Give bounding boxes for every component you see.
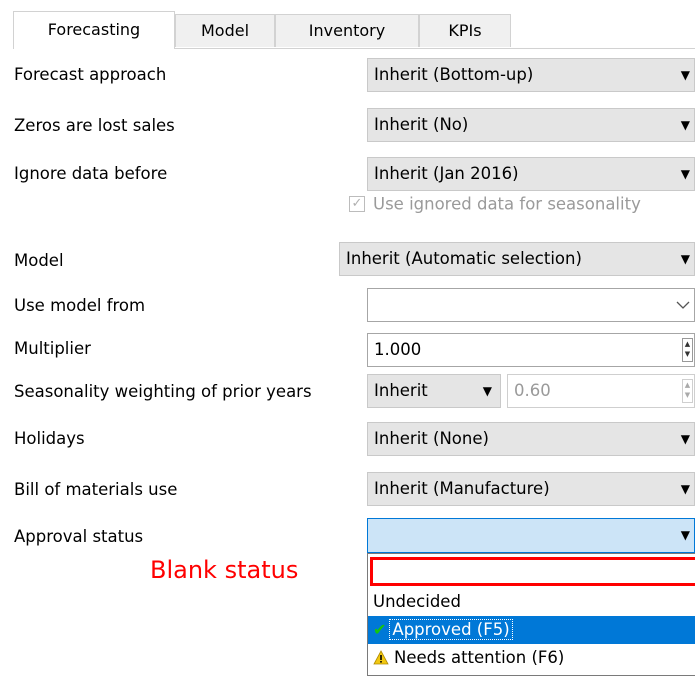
option-approved[interactable]: ✔ Approved (F5) bbox=[368, 616, 695, 644]
chevron-down-icon: ▼ bbox=[680, 252, 690, 266]
option-needs-attention[interactable]: Needs attention (F6) bbox=[368, 644, 695, 672]
ignore-data-before-value: Inherit (Jan 2016) bbox=[374, 164, 519, 183]
blank-status-annotation: Blank status bbox=[150, 556, 299, 584]
zeros-lost-sales-label: Zeros are lost sales bbox=[14, 116, 175, 135]
spinner-icon[interactable]: ▲ ▼ bbox=[682, 338, 693, 362]
multiplier-input[interactable]: 1.000 ▲ ▼ bbox=[367, 333, 695, 367]
holidays-select[interactable]: Inherit (None) ▼ bbox=[367, 422, 695, 456]
multiplier-value: 1.000 bbox=[374, 340, 422, 359]
holidays-value: Inherit (None) bbox=[374, 429, 489, 448]
chevron-down-icon: ▼ bbox=[680, 528, 690, 542]
option-undecided[interactable]: Undecided bbox=[368, 588, 695, 616]
bom-use-value: Inherit (Manufacture) bbox=[374, 479, 550, 498]
seasonality-weighting-number-value: 0.60 bbox=[514, 381, 551, 400]
seasonality-weighting-select[interactable]: Inherit ▼ bbox=[367, 374, 501, 408]
tab-model[interactable]: Model bbox=[175, 14, 275, 47]
spinner-icon[interactable]: ▲ ▼ bbox=[682, 379, 693, 403]
option-label: Approved (F5) bbox=[389, 619, 513, 640]
approval-status-label: Approval status bbox=[14, 527, 144, 546]
seasonality-weighting-label: Seasonality weighting of prior years bbox=[14, 382, 312, 401]
ignore-data-before-select[interactable]: Inherit (Jan 2016) ▼ bbox=[367, 157, 695, 191]
use-model-from-label: Use model from bbox=[14, 296, 146, 315]
warning-icon bbox=[373, 650, 389, 665]
model-select[interactable]: Inherit (Automatic selection) ▼ bbox=[339, 242, 695, 276]
chevron-down-icon: ▼ bbox=[680, 432, 690, 446]
forecast-approach-value: Inherit (Bottom-up) bbox=[374, 65, 534, 84]
chevron-down-icon bbox=[676, 301, 690, 309]
bom-use-label: Bill of materials use bbox=[14, 480, 178, 499]
chevron-down-icon: ▼ bbox=[680, 68, 690, 82]
ignore-data-before-label: Ignore data before bbox=[14, 164, 168, 183]
use-ignored-data-label: Use ignored data for seasonality bbox=[373, 194, 641, 214]
seasonality-weighting-number[interactable]: 0.60 ▲ ▼ bbox=[507, 374, 695, 408]
zeros-lost-sales-select[interactable]: Inherit (No) ▼ bbox=[367, 108, 695, 142]
seasonality-weighting-value: Inherit bbox=[374, 381, 428, 400]
check-icon: ✔ bbox=[373, 620, 387, 639]
forecast-approach-select[interactable]: Inherit (Bottom-up) ▼ bbox=[367, 58, 695, 92]
tab-kpis[interactable]: KPIs bbox=[419, 14, 511, 47]
tab-inventory[interactable]: Inventory bbox=[275, 14, 419, 47]
zeros-lost-sales-value: Inherit (No) bbox=[374, 115, 469, 134]
tab-forecasting[interactable]: Forecasting bbox=[13, 11, 175, 49]
forecast-approach-label: Forecast approach bbox=[14, 65, 167, 84]
bom-use-select[interactable]: Inherit (Manufacture) ▼ bbox=[367, 472, 695, 506]
model-value: Inherit (Automatic selection) bbox=[346, 249, 582, 268]
multiplier-label: Multiplier bbox=[14, 339, 91, 358]
option-label: Needs attention (F6) bbox=[394, 648, 565, 667]
option-blank[interactable] bbox=[368, 554, 695, 588]
use-model-from-select[interactable] bbox=[367, 288, 695, 322]
model-label: Model bbox=[14, 251, 64, 270]
chevron-down-icon: ▼ bbox=[482, 384, 492, 398]
chevron-down-icon: ▼ bbox=[680, 482, 690, 496]
option-label: Undecided bbox=[373, 592, 461, 611]
chevron-down-icon: ▼ bbox=[680, 118, 690, 132]
holidays-label: Holidays bbox=[14, 429, 85, 448]
approval-status-dropdown: Undecided ✔ Approved (F5) Needs attention… bbox=[367, 553, 695, 676]
approval-status-select[interactable]: ▼ bbox=[367, 518, 695, 553]
blank-highlight bbox=[370, 557, 695, 586]
chevron-down-icon: ▼ bbox=[680, 167, 690, 181]
use-ignored-data-checkbox[interactable]: ✓ bbox=[349, 196, 365, 212]
